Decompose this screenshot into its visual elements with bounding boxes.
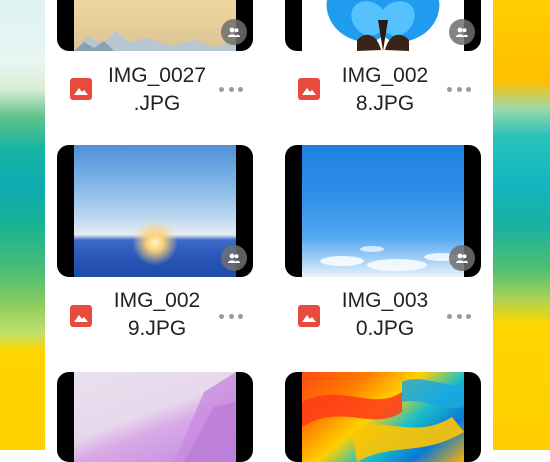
desert-mountain-image	[74, 0, 236, 51]
more-options-icon[interactable]	[219, 84, 243, 94]
shared-users-icon[interactable]	[449, 245, 475, 271]
wallpaper-left	[0, 0, 45, 450]
file-info-row: IMG_003 0.JPG	[285, 287, 481, 347]
file-name: IMG_002 9.JPG	[102, 287, 212, 343]
shared-users-icon[interactable]	[449, 19, 475, 45]
blue-sky-image	[302, 145, 464, 277]
shared-users-icon[interactable]	[221, 245, 247, 271]
more-options-icon[interactable]	[219, 311, 243, 321]
sea-sunrise-image	[74, 145, 236, 277]
file-thumbnail[interactable]	[285, 372, 481, 462]
file-name-line2: .JPG	[133, 92, 181, 115]
file-name: IMG_003 0.JPG	[330, 287, 440, 343]
file-name-line2: 0.JPG	[355, 317, 415, 340]
file-thumbnail[interactable]	[57, 145, 253, 277]
image-icon	[298, 78, 320, 100]
more-options-icon[interactable]	[447, 84, 471, 94]
image-icon	[298, 305, 320, 327]
more-options-icon[interactable]	[447, 311, 471, 321]
file-name: IMG_0027 .JPG	[102, 62, 212, 118]
colorful-feathers-image	[302, 372, 464, 462]
file-info-row: IMG_002 8.JPG	[285, 60, 481, 120]
file-name-line1: IMG_002	[113, 289, 201, 312]
file-name-line1: IMG_0027	[107, 64, 207, 87]
image-icon	[70, 305, 92, 327]
file-thumbnail[interactable]	[285, 0, 481, 51]
file-info-row: IMG_0027 .JPG	[57, 60, 253, 120]
image-icon	[70, 78, 92, 100]
shared-users-icon[interactable]	[221, 19, 247, 45]
file-thumbnail[interactable]	[57, 372, 253, 462]
file-name: IMG_002 8.JPG	[330, 62, 440, 118]
wallpaper-right	[493, 0, 550, 450]
file-name-line2: 8.JPG	[355, 92, 415, 115]
file-name-line1: IMG_003	[341, 289, 429, 312]
file-grid: IMG_0027 .JPG IMG_002 8.JPG IMG_002 9.JP…	[45, 0, 493, 462]
file-info-row: IMG_002 9.JPG	[57, 287, 253, 347]
file-name-line1: IMG_002	[341, 64, 429, 87]
file-thumbnail[interactable]	[57, 0, 253, 51]
file-thumbnail[interactable]	[285, 145, 481, 277]
pink-abstract-image	[74, 372, 236, 462]
file-name-line2: 9.JPG	[127, 317, 187, 340]
blue-butterfly-image	[302, 0, 464, 51]
